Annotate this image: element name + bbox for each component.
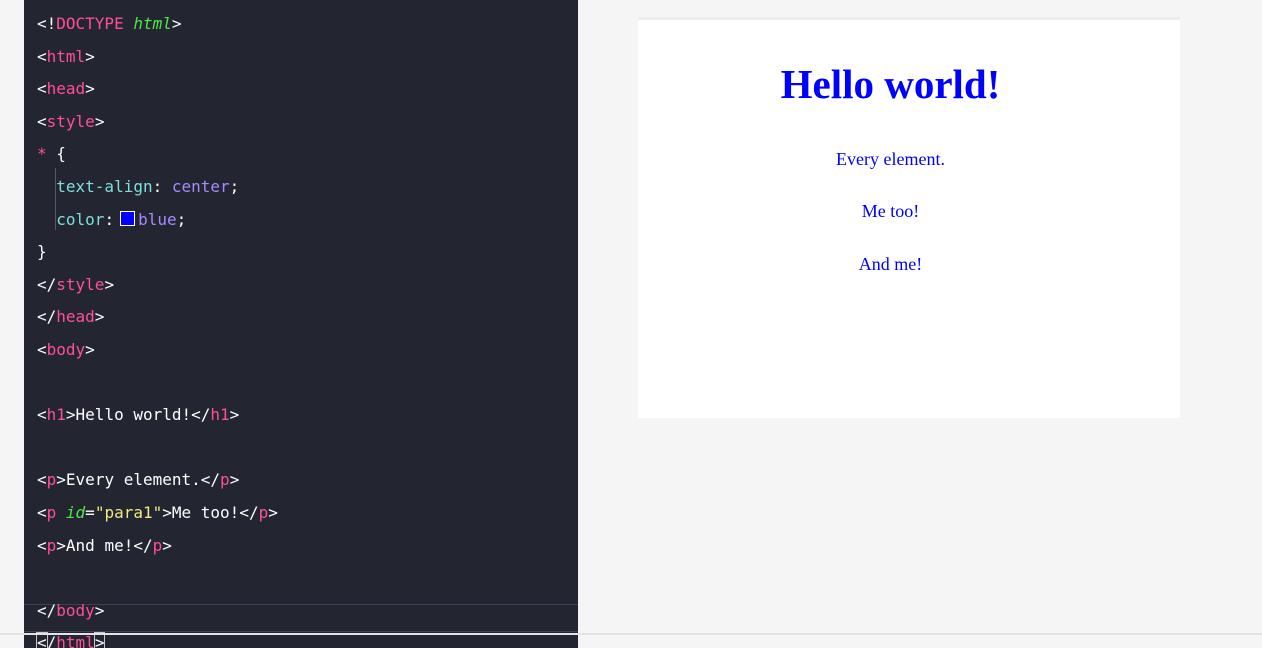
code-token: head (46, 79, 86, 99)
code-token: p (220, 470, 230, 490)
code-token: center (171, 176, 230, 196)
code-line[interactable]: <!DOCTYPE html> (37, 8, 278, 41)
color-swatch-icon[interactable] (120, 210, 136, 226)
code-token: < (37, 79, 47, 99)
code-token: >Hello world!</ (65, 405, 211, 425)
code-token: p (258, 502, 269, 522)
code-token: color (56, 209, 105, 229)
code-token: > (94, 307, 105, 327)
code-token: > (162, 535, 172, 555)
code-line[interactable]: } (37, 236, 278, 269)
code-token: > (85, 339, 95, 359)
code-token: </ (37, 307, 57, 327)
code-token: > (85, 46, 95, 66)
code-token: html (56, 633, 95, 648)
code-line[interactable]: <head> (37, 73, 278, 106)
code-token: > (229, 470, 240, 490)
code-token: style (46, 111, 95, 131)
code-token: ; (176, 209, 187, 229)
code-line[interactable] (37, 432, 278, 465)
code-token: </ (37, 274, 57, 294)
code-token: body (56, 600, 95, 620)
code-token: > (93, 632, 106, 648)
code-line[interactable] (37, 367, 278, 400)
code-token: { (56, 144, 66, 164)
code-token: h1 (46, 405, 66, 425)
code-token: >Me too!</ (162, 502, 259, 522)
code-token: >Every element.</ (56, 470, 221, 490)
code-token: > (268, 502, 278, 522)
code-line[interactable]: color: blue; (37, 204, 278, 237)
code-token: p (46, 470, 57, 490)
code-token: > (104, 274, 115, 294)
bottom-divider (0, 633, 1262, 635)
code-token: head (56, 307, 95, 327)
code-content[interactable]: <!DOCTYPE html> <html> <head> <style> * { te… (36, 8, 278, 648)
code-token: "para1" (94, 502, 163, 522)
code-token: h1 (210, 405, 230, 425)
preview-paragraph-2: Me too! (861, 201, 920, 221)
code-token: style (56, 274, 105, 294)
code-line[interactable]: </body> (37, 595, 278, 628)
preview-paragraph-3: And me! (858, 254, 923, 274)
code-line[interactable]: * { (37, 138, 278, 171)
code-token: } (37, 242, 47, 262)
code-token: DOCTYPE (56, 14, 134, 33)
code-token: < (37, 405, 47, 425)
code-token: blue (138, 209, 177, 229)
code-line[interactable]: <html> (37, 41, 278, 74)
code-token: p (46, 535, 57, 555)
code-token: < (36, 632, 48, 648)
code-token: </ (37, 600, 57, 620)
code-token: p (152, 535, 163, 555)
code-token: < (37, 111, 47, 131)
code-token: / (46, 633, 57, 648)
code-token: html (46, 46, 86, 66)
code-line[interactable]: <style> (37, 106, 278, 139)
code-line[interactable]: <p>Every element.</p> (37, 464, 278, 497)
code-token: <! (37, 14, 57, 33)
code-line[interactable]: <h1>Hello world!</h1> (37, 399, 278, 432)
code-token: < (37, 46, 47, 66)
code-line[interactable] (37, 562, 278, 595)
code-token: text-align (56, 176, 153, 196)
code-token: p (46, 502, 66, 522)
code-token: ; (229, 176, 240, 196)
code-token: body (46, 339, 86, 359)
code-line[interactable]: <p id="para1">Me too!</p> (37, 497, 278, 530)
left-margin (0, 0, 24, 648)
code-token: > (229, 405, 240, 425)
code-token: html (133, 14, 172, 33)
code-token: > (85, 79, 95, 99)
rendered-preview: Hello world! Every element. Me too! And … (638, 17, 1180, 418)
code-line[interactable]: </head> (37, 301, 278, 334)
code-line[interactable]: text-align: center; (37, 171, 278, 204)
code-token: : (152, 176, 172, 196)
code-token: > (171, 14, 182, 33)
preview-heading: Hello world! (780, 61, 1001, 107)
code-token: < (37, 470, 47, 490)
code-line[interactable]: <p>And me!</p> (37, 530, 278, 563)
code-token: * (37, 144, 57, 164)
code-token: < (37, 339, 47, 359)
code-token: > (94, 600, 105, 620)
code-token: > (94, 111, 105, 131)
code-token: : (104, 209, 115, 229)
code-line[interactable]: </style> (37, 269, 278, 302)
code-token: < (37, 502, 47, 522)
code-editor[interactable]: <!DOCTYPE html> <html> <head> <style> * { te… (24, 0, 578, 648)
code-line[interactable]: <body> (37, 334, 278, 367)
code-token: >And me!</ (56, 535, 153, 555)
code-token: < (37, 535, 47, 555)
code-token: = (85, 502, 95, 522)
preview-paragraph-1: Every element. (836, 149, 945, 169)
code-token: id (65, 502, 86, 522)
code-line[interactable]: </html> (36, 627, 278, 648)
